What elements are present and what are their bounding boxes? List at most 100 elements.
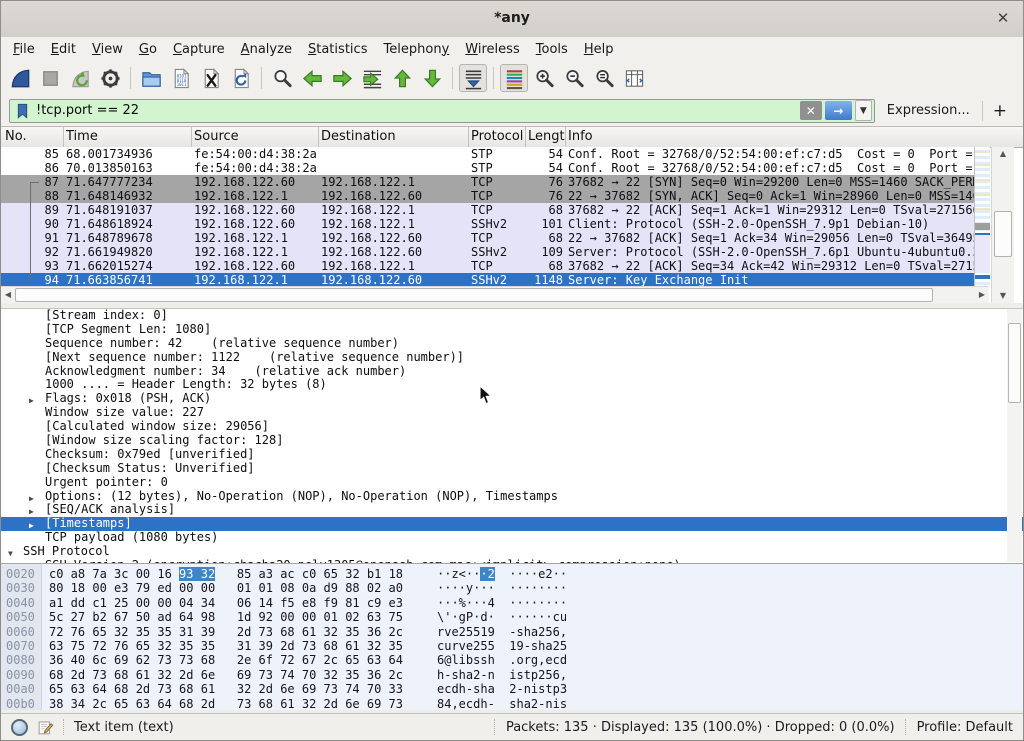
column-header-protocol[interactable]: Protocol [471,129,523,144]
column-header-destination[interactable]: Destination [321,129,396,144]
zoom-out-button[interactable] [560,64,588,92]
packet-row[interactable]: 9471.663856741192.168.122.1192.168.122.6… [1,273,975,287]
column-header-source[interactable]: Source [194,129,239,144]
column-header-no[interactable]: No. [5,129,27,144]
column-header-time[interactable]: Time [66,129,98,144]
detail-scroll-thumb[interactable] [1008,323,1021,403]
packet-row[interactable]: 9171.648789678192.168.122.1192.168.122.6… [1,231,975,245]
hex-row[interactable]: 0040a1 dd c1 25 00 00 04 34 06 14 f5 e8 … [1,596,1023,610]
go-last-button[interactable] [418,64,446,92]
detail-line[interactable]: [Stream index: 0] [1,309,1023,323]
start-capture-button[interactable] [6,64,34,92]
menu-tools[interactable]: Tools [528,40,576,59]
filter-dropdown-caret[interactable]: ▼ [855,100,872,121]
save-file-button[interactable]: 010101101011 [167,64,195,92]
capture-options-button[interactable] [96,64,124,92]
close-file-button[interactable] [197,64,225,92]
reload-file-button[interactable] [227,64,255,92]
packet-list-vscrollbar[interactable]: ▲ ▼ [991,147,1014,303]
packet-row[interactable]: 9271.661949820192.168.122.1192.168.122.6… [1,245,975,259]
scroll-down-icon[interactable]: ▼ [992,289,1014,303]
hex-row[interactable]: 00a065 63 64 68 2d 73 68 61 32 2d 6e 69 … [1,682,1023,696]
menu-wireless[interactable]: Wireless [457,40,527,59]
packet-row[interactable]: 9371.662015274192.168.122.60192.168.122.… [1,259,975,273]
hscroll-thumb[interactable] [15,288,933,302]
detail-line[interactable]: ▶[SEQ/ACK analysis] [1,503,1023,517]
colorize-button[interactable] [500,64,528,92]
display-filter-input[interactable]: !tcp.port == 22 ✕ → ▼ [9,99,875,123]
capture-comment-icon[interactable] [37,719,54,736]
menu-help[interactable]: Help [576,40,622,59]
bookmark-icon[interactable] [12,102,33,120]
detail-line[interactable]: [TCP Segment Len: 1080] [1,323,1023,337]
detail-line[interactable]: ▶Options: (12 bytes), No-Operation (NOP)… [1,490,1023,504]
hex-row[interactable]: 003080 18 00 e3 79 ed 00 00 01 01 08 0a … [1,581,1023,595]
hex-row[interactable]: 009068 2d 73 68 61 32 2d 6e 69 73 74 70 … [1,668,1023,682]
column-separator [565,127,566,147]
status-profile[interactable]: Profile: Default [917,720,1013,735]
packet-row[interactable]: 8568.001734936fe:54:00:d4:38:2aSTP54Conf… [1,147,975,161]
filter-clear-button[interactable]: ✕ [800,101,822,120]
find-packet-button[interactable] [268,64,296,92]
intelligent-scrollbar-minimap[interactable] [974,147,990,287]
go-to-packet-button[interactable] [358,64,386,92]
detail-line[interactable]: Checksum: 0x79ed [unverified] [1,448,1023,462]
open-file-button[interactable] [137,64,165,92]
scroll-right-icon[interactable]: ▶ [975,287,989,303]
stop-capture-button[interactable] [36,64,64,92]
packet-row[interactable]: 8771.647777234192.168.122.60192.168.122.… [1,175,975,189]
menu-view[interactable]: View [84,40,131,59]
hex-row[interactable]: 007063 75 72 76 65 32 35 35 31 39 2d 73 … [1,639,1023,653]
detail-line[interactable]: [Window size scaling factor: 128] [1,434,1023,448]
vscroll-thumb[interactable] [994,211,1012,257]
restart-capture-button[interactable] [66,64,94,92]
packet-row[interactable]: 9071.648618924192.168.122.60192.168.122.… [1,217,975,231]
detail-line[interactable]: [Next sequence number: 1122 (relative se… [1,351,1023,365]
menu-analyze[interactable]: Analyze [233,40,300,59]
detail-line[interactable]: [Calculated window size: 29056] [1,420,1023,434]
packet-row[interactable]: 8971.648191037192.168.122.60192.168.122.… [1,203,975,217]
hex-row[interactable]: 00505c 27 b2 67 50 ad 64 98 1d 92 00 00 … [1,610,1023,624]
add-filter-button[interactable]: + [990,101,1015,121]
expert-info-icon[interactable] [11,719,28,736]
packet-list-hscrollbar[interactable]: ◀ ▶ [1,286,989,303]
detail-line[interactable]: ▶[Timestamps] [1,517,1023,531]
detail-line[interactable]: Acknowledgment number: 34 (relative ack … [1,365,1023,379]
menu-file[interactable]: File [5,40,43,59]
column-header-length[interactable]: Length [528,129,565,144]
autoscroll-button[interactable] [459,64,487,92]
zoom-in-button[interactable] [530,64,558,92]
detail-line[interactable]: [Checksum Status: Unverified] [1,462,1023,476]
go-back-button[interactable] [298,64,326,92]
expression-button[interactable]: Expression... [882,103,975,118]
packet-row[interactable]: 8670.013850163fe:54:00:d4:38:2aSTP54Conf… [1,161,975,175]
detail-line[interactable]: Sequence number: 42 (relative sequence n… [1,337,1023,351]
hex-row[interactable]: 0020c0 a8 7a 3c 00 16 93 32 85 a3 ac c0 … [1,567,1023,581]
go-forward-button[interactable] [328,64,356,92]
detail-line[interactable]: TCP payload (1080 bytes) [1,531,1023,545]
filter-text[interactable]: !tcp.port == 22 [36,103,797,118]
column-header-info[interactable]: Info [568,129,593,144]
hex-row[interactable]: 008036 40 6c 69 62 73 73 68 2e 6f 72 67 … [1,653,1023,667]
scroll-up-icon[interactable]: ▲ [992,147,1014,161]
zoom-original-button[interactable] [590,64,618,92]
menu-telephony[interactable]: Telephony [375,40,457,59]
detail-line[interactable]: Urgent pointer: 0 [1,476,1023,490]
go-first-button[interactable] [388,64,416,92]
filter-apply-button[interactable]: → [825,101,852,120]
resize-columns-button[interactable] [620,64,648,92]
menu-statistics[interactable]: Statistics [300,40,376,59]
menu-edit[interactable]: Edit [43,40,84,59]
detail-line[interactable]: Window size value: 227 [1,406,1023,420]
packet-row[interactable]: 8871.648146932192.168.122.1192.168.122.6… [1,189,975,203]
menu-capture[interactable]: Capture [165,40,233,59]
hex-row[interactable]: 00b038 34 2c 65 63 64 68 2d 73 68 61 32 … [1,697,1023,711]
close-button[interactable]: ✕ [993,9,1013,27]
detail-vscrollbar[interactable] [1007,309,1022,562]
detail-line[interactable]: 1000 .... = Header Length: 32 bytes (8) [1,378,1023,392]
hex-row[interactable]: 006072 76 65 32 35 35 31 39 2d 73 68 61 … [1,625,1023,639]
menu-go[interactable]: Go [131,40,165,59]
scroll-left-icon[interactable]: ◀ [1,287,15,303]
detail-line[interactable]: ▶Flags: 0x018 (PSH, ACK) [1,392,1023,406]
detail-line[interactable]: ▼SSH Protocol [1,545,1023,559]
